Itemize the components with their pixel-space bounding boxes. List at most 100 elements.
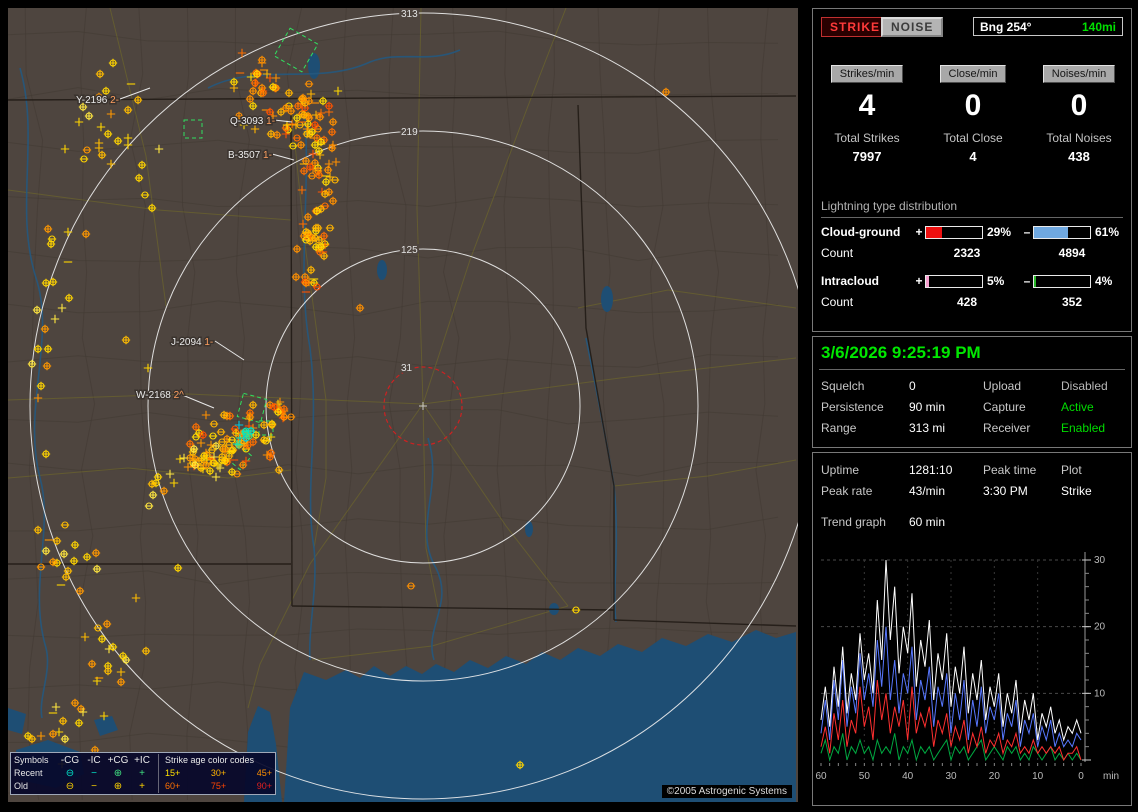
receiver-status: Enabled bbox=[1061, 421, 1125, 435]
receiver-label: Receiver bbox=[983, 421, 1061, 435]
plot-label: Plot bbox=[1061, 463, 1125, 477]
peak-time-value: 3:30 PM bbox=[983, 484, 1061, 498]
svg-text:30: 30 bbox=[1094, 555, 1106, 566]
svg-text:20: 20 bbox=[989, 771, 1001, 782]
legend-row: Old⊖−⊕+60+75+90+ bbox=[14, 780, 272, 793]
svg-text:20: 20 bbox=[1094, 622, 1106, 633]
cg-positive-count: 2323 bbox=[913, 246, 1021, 260]
cg-negative-pct: 61% bbox=[1091, 225, 1123, 239]
divider bbox=[819, 369, 1125, 370]
persistence-value: 90 min bbox=[909, 400, 983, 414]
bearing-display: Bng 254° 140mi bbox=[973, 17, 1123, 36]
lightning-type-distribution: Lightning type distribution Cloud-ground… bbox=[821, 199, 1123, 309]
upload-status: Disabled bbox=[1061, 379, 1125, 393]
upload-label: Upload bbox=[983, 379, 1061, 393]
svg-text:313: 313 bbox=[401, 9, 418, 20]
range-label: Range bbox=[821, 421, 909, 435]
ic-positive-pct: 5% bbox=[983, 274, 1021, 288]
intracloud-count-row: Count 428 352 bbox=[821, 295, 1123, 309]
uptime-label: Uptime bbox=[821, 463, 909, 477]
cg-positive-bar bbox=[925, 226, 983, 239]
total-close-label: Total Close bbox=[923, 131, 1023, 145]
noises-rate-column: Noises/min 0 Total Noises 438 bbox=[1029, 65, 1129, 164]
ic-positive-bar bbox=[925, 275, 983, 288]
total-noises-value: 438 bbox=[1029, 149, 1129, 164]
squelch-label: Squelch bbox=[821, 379, 909, 393]
svg-text:10: 10 bbox=[1032, 771, 1044, 782]
cloud-ground-count-row: Count 2323 4894 bbox=[821, 246, 1123, 260]
peak-rate-label: Peak rate bbox=[821, 484, 909, 498]
uptime-stats-grid: Uptime 1281:10 Peak time Plot Peak rate … bbox=[821, 463, 1125, 498]
svg-text:125: 125 bbox=[401, 245, 418, 256]
lightning-map[interactable]: 31321912531 Y-2196 2-Q-3093 1-B-3507 1-J… bbox=[8, 8, 798, 802]
ic-count-label: Count bbox=[821, 295, 913, 309]
distribution-title: Lightning type distribution bbox=[821, 199, 1123, 218]
total-noises-label: Total Noises bbox=[1029, 131, 1129, 145]
svg-text:31: 31 bbox=[401, 363, 413, 374]
svg-text:60: 60 bbox=[815, 771, 827, 782]
strikes-per-min-value: 4 bbox=[817, 91, 917, 121]
peak-rate-value: 43/min bbox=[909, 484, 983, 498]
strike-toggle-button[interactable]: STRIKE bbox=[821, 17, 889, 37]
close-per-min-label: Close/min bbox=[940, 65, 1007, 83]
capture-status: Active bbox=[1061, 400, 1125, 414]
minus-sign: – bbox=[1021, 274, 1033, 288]
storm-cell-label: B-3507 1- bbox=[228, 150, 272, 161]
trend-panel: Uptime 1281:10 Peak time Plot Peak rate … bbox=[812, 452, 1132, 806]
total-strikes-value: 7997 bbox=[817, 149, 917, 164]
intracloud-label: Intracloud bbox=[821, 274, 913, 288]
svg-text:10: 10 bbox=[1094, 688, 1106, 699]
plus-sign: + bbox=[913, 225, 925, 239]
plot-value: Strike bbox=[1061, 484, 1125, 498]
nexstorm-window: 31321912531 Y-2196 2-Q-3093 1-B-3507 1-J… bbox=[0, 0, 1138, 812]
datetime-display: 3/6/2026 9:25:19 PM bbox=[821, 343, 981, 363]
close-rate-column: Close/min 0 Total Close 4 bbox=[923, 65, 1023, 164]
squelch-value: 0 bbox=[909, 379, 983, 393]
total-close-value: 4 bbox=[923, 149, 1023, 164]
intracloud-row: Intracloud + 5% – 4% bbox=[821, 274, 1123, 288]
storm-cell-label: Q-3093 1- bbox=[230, 116, 275, 127]
cg-negative-count: 4894 bbox=[1021, 246, 1123, 260]
cg-negative-bar bbox=[1033, 226, 1091, 239]
trend-window-value: 60 min bbox=[909, 515, 945, 529]
copyright-text: ©2005 Astrogenic Systems bbox=[662, 785, 792, 798]
bearing-range-value: 140mi bbox=[1082, 20, 1116, 34]
plus-sign: + bbox=[913, 274, 925, 288]
ic-positive-count: 428 bbox=[913, 295, 1021, 309]
legend-header-row: Symbols-CG-IC+CG+ICStrike age color code… bbox=[14, 754, 272, 767]
total-strikes-label: Total Strikes bbox=[817, 131, 917, 145]
close-per-min-value: 0 bbox=[923, 91, 1023, 121]
trend-graph: 1020306050403020100min bbox=[815, 535, 1129, 803]
minus-sign: – bbox=[1021, 225, 1033, 239]
noises-per-min-label: Noises/min bbox=[1043, 65, 1115, 83]
svg-text:219: 219 bbox=[401, 127, 418, 138]
map-canvas: 31321912531 Y-2196 2-Q-3093 1-B-3507 1-J… bbox=[8, 8, 798, 802]
strikes-rate-column: Strikes/min 4 Total Strikes 7997 bbox=[817, 65, 917, 164]
svg-text:min: min bbox=[1103, 771, 1119, 782]
status-panel: 3/6/2026 9:25:19 PM Squelch 0 Upload Dis… bbox=[812, 336, 1132, 448]
ic-negative-bar bbox=[1033, 275, 1091, 288]
trend-graph-label: Trend graph bbox=[821, 515, 909, 529]
persistence-label: Persistence bbox=[821, 400, 909, 414]
storm-cell-label: W-2168 2^ bbox=[136, 390, 184, 401]
status-grid: Squelch 0 Upload Disabled Persistence 90… bbox=[821, 379, 1125, 435]
legend-row: Recent⊖−⊕+15+30+45+ bbox=[14, 767, 272, 780]
cg-positive-pct: 29% bbox=[983, 225, 1021, 239]
svg-text:50: 50 bbox=[859, 771, 871, 782]
peak-time-label: Peak time bbox=[983, 463, 1061, 477]
map-legend: Symbols-CG-IC+CG+ICStrike age color code… bbox=[10, 752, 276, 795]
capture-label: Capture bbox=[983, 400, 1061, 414]
range-value: 313 mi bbox=[909, 421, 983, 435]
uptime-value: 1281:10 bbox=[909, 463, 983, 477]
ic-negative-count: 352 bbox=[1021, 295, 1123, 309]
svg-text:30: 30 bbox=[945, 771, 957, 782]
cloud-ground-label: Cloud-ground bbox=[821, 225, 913, 239]
cg-count-label: Count bbox=[821, 246, 913, 260]
strikes-per-min-label: Strikes/min bbox=[831, 65, 903, 83]
cloud-ground-row: Cloud-ground + 29% – 61% bbox=[821, 225, 1123, 239]
noises-per-min-value: 0 bbox=[1029, 91, 1129, 121]
storm-cell-label: Y-2196 2- bbox=[76, 95, 119, 106]
noise-toggle-button[interactable]: NOISE bbox=[881, 17, 943, 37]
svg-text:40: 40 bbox=[902, 771, 914, 782]
strike-stats-panel: STRIKE NOISE Bng 254° 140mi Strikes/min … bbox=[812, 8, 1132, 332]
